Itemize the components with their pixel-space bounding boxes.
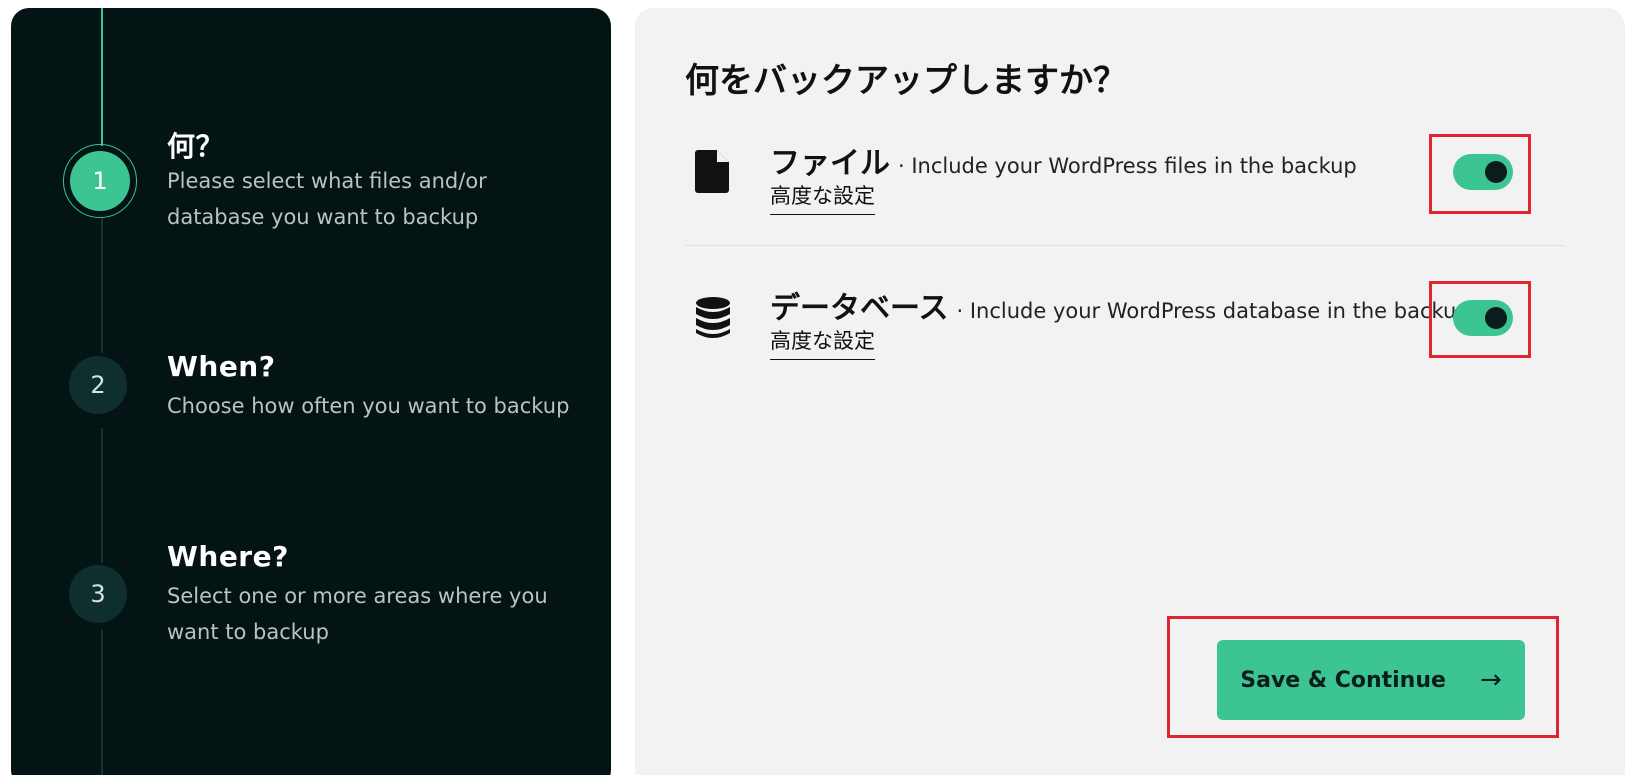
step-title: Where? bbox=[167, 540, 289, 573]
option-description: · Include your WordPress database in the… bbox=[956, 299, 1470, 323]
file-icon bbox=[695, 150, 729, 193]
toggle-knob bbox=[1485, 161, 1507, 183]
page-title: 何をバックアップしますか？ bbox=[685, 61, 1127, 101]
wizard-stepper: 1 何？ Please select what files and/or dat… bbox=[11, 8, 611, 775]
arrow-right-icon: → bbox=[1479, 665, 1502, 695]
step-number: 1 bbox=[70, 151, 130, 211]
step-2[interactable]: 2 When? Choose how often you want to bac… bbox=[63, 350, 593, 490]
advanced-settings-link[interactable]: 高度な設定 bbox=[770, 180, 875, 215]
save-continue-button[interactable]: Save & Continue → bbox=[1217, 640, 1525, 720]
step-number: 2 bbox=[69, 356, 127, 414]
step-description: Please select what files and/or database… bbox=[167, 169, 487, 229]
option-name-text: データベース bbox=[770, 291, 949, 326]
step-number: 3 bbox=[69, 565, 127, 623]
toggle-knob bbox=[1485, 307, 1507, 329]
step-3[interactable]: 3 Where? Select one or more areas where … bbox=[63, 540, 593, 680]
advanced-settings-link[interactable]: 高度な設定 bbox=[770, 325, 875, 360]
option-description: · Include your WordPress files in the ba… bbox=[898, 154, 1357, 178]
option-name-text: ファイル bbox=[770, 146, 890, 181]
step-description: Choose how often you want to backup bbox=[167, 394, 570, 418]
option-name: データベース · Include your WordPress database … bbox=[770, 283, 1470, 327]
database-toggle[interactable] bbox=[1453, 300, 1513, 336]
database-icon bbox=[696, 297, 730, 338]
files-toggle[interactable] bbox=[1453, 154, 1513, 190]
option-name: ファイル · Include your WordPress files in th… bbox=[770, 138, 1357, 182]
step-1[interactable]: 1 何？ Please select what files and/or dat… bbox=[63, 120, 593, 260]
step-title: When? bbox=[167, 350, 276, 383]
step-description: Select one or more areas where you want … bbox=[167, 584, 548, 644]
backup-content-panel: 何をバックアップしますか？ ファイル · Include your WordPre… bbox=[635, 8, 1625, 775]
save-button-label: Save & Continue bbox=[1240, 667, 1446, 693]
step-title: 何？ bbox=[167, 130, 225, 163]
divider bbox=[685, 245, 1565, 246]
